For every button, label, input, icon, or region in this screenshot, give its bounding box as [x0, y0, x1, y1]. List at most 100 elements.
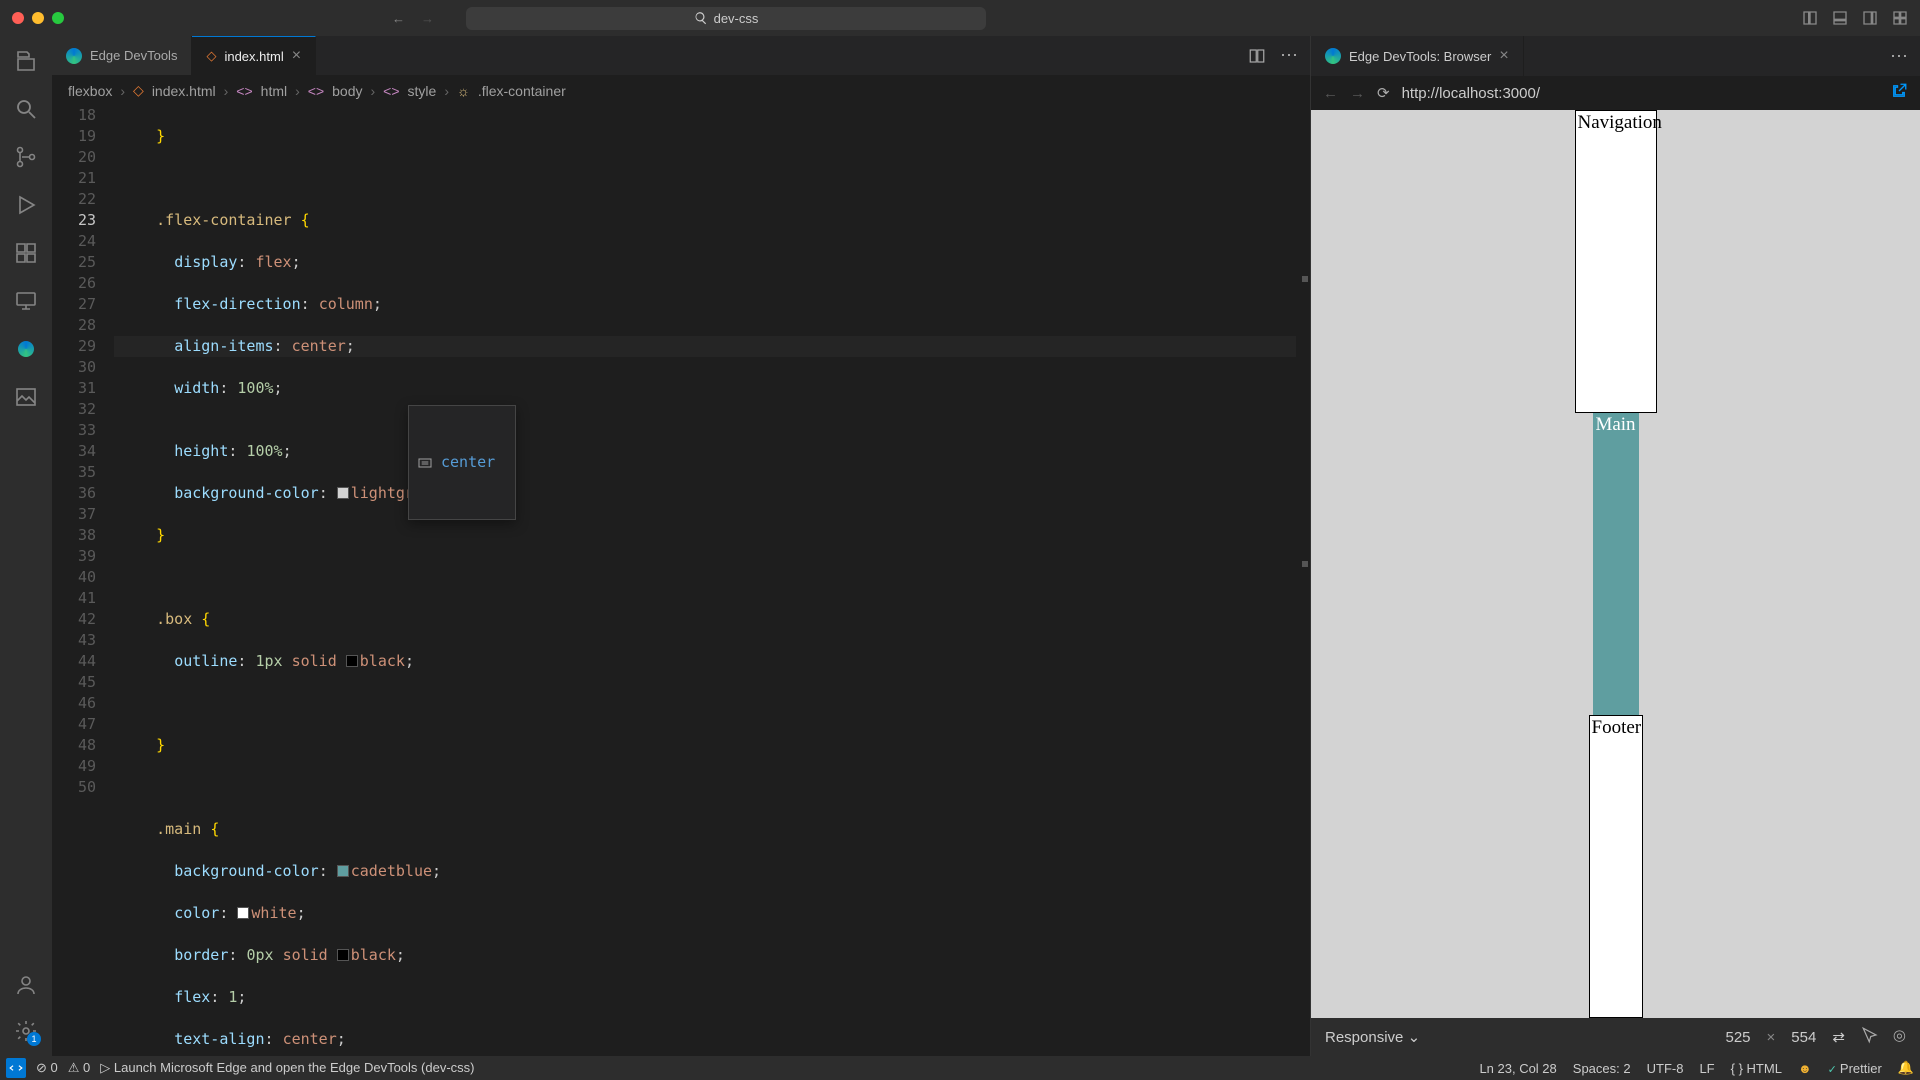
remote-explorer-icon[interactable] [13, 288, 39, 314]
titlebar: ← → dev-css [0, 0, 1920, 36]
search-icon [694, 11, 708, 25]
search-activity-icon[interactable] [13, 96, 39, 122]
remote-indicator[interactable] [6, 1058, 26, 1078]
split-editor-icon[interactable] [1248, 47, 1266, 65]
settings-gear-icon[interactable]: 1 [13, 1018, 39, 1044]
extensions-icon[interactable] [13, 240, 39, 266]
language-mode[interactable]: { } HTML [1731, 1061, 1782, 1076]
viewport-height[interactable]: 554 [1791, 1029, 1816, 1046]
problems-warnings[interactable]: 0 [68, 1060, 91, 1076]
layout-panel-left-icon[interactable] [1802, 10, 1818, 26]
rotate-icon[interactable]: ⇄ [1832, 1028, 1845, 1046]
explorer-icon[interactable] [13, 48, 39, 74]
settings-badge: 1 [27, 1032, 41, 1046]
tag-icon: <> [308, 83, 324, 99]
image-icon[interactable] [13, 384, 39, 410]
layout-panel-right-icon[interactable] [1862, 10, 1878, 26]
browser-toolbar: ← → ⟳ http://localhost:3000/ [1311, 76, 1920, 110]
status-bar: 0 0 ▷ Launch Microsoft Edge and open the… [0, 1056, 1920, 1080]
viewport-width[interactable]: 525 [1726, 1029, 1751, 1046]
notifications-icon[interactable]: 🔔 [1898, 1060, 1914, 1076]
tab-index-html[interactable]: ◇ index.html × [192, 36, 316, 75]
browser-back-icon[interactable]: ← [1323, 85, 1338, 102]
open-external-icon[interactable] [1890, 82, 1908, 104]
tab-label: Edge DevTools: Browser [1349, 49, 1491, 64]
eol-status[interactable]: LF [1699, 1061, 1714, 1076]
inspect-element-icon[interactable] [1861, 1026, 1879, 1048]
tab-edge-devtools-browser[interactable]: Edge DevTools: Browser × [1311, 36, 1524, 76]
browser-tabs: Edge DevTools: Browser × ⋯ [1311, 36, 1920, 76]
preview-footer-box: Footer [1589, 715, 1643, 1018]
rendered-page[interactable]: Navigation Main Footer [1311, 110, 1920, 1018]
html-file-icon: ◇ [133, 82, 144, 99]
overview-ruler[interactable] [1296, 105, 1310, 1056]
tab-edge-devtools[interactable]: Edge DevTools [52, 36, 192, 75]
accounts-icon[interactable] [13, 972, 39, 998]
problems-errors[interactable]: 0 [36, 1060, 58, 1076]
cursor-position[interactable]: Ln 23, Col 28 [1479, 1061, 1556, 1076]
tag-icon: <> [236, 83, 252, 99]
close-window-button[interactable] [12, 12, 24, 24]
breadcrumb-item[interactable]: index.html [152, 83, 216, 99]
tab-label: Edge DevTools [90, 48, 177, 63]
preview-main-box: Main [1593, 413, 1639, 714]
close-tab-icon[interactable]: × [292, 47, 301, 65]
maximize-window-button[interactable] [52, 12, 64, 24]
nav-back-icon[interactable]: ← [392, 11, 405, 26]
tag-icon: <> [383, 83, 399, 99]
browser-forward-icon[interactable]: → [1350, 85, 1365, 102]
close-tab-icon[interactable]: × [1499, 47, 1508, 65]
color-swatch[interactable] [337, 865, 349, 877]
emulate-vision-icon[interactable]: ◎ [1893, 1026, 1906, 1048]
edge-tools-icon[interactable] [13, 336, 39, 362]
autocomplete-label: center [441, 452, 495, 473]
device-toolbar: Responsive ⌄ 525 × 554 ⇄ ◎ [1311, 1018, 1920, 1056]
browser-viewport-wrap: Navigation Main Footer [1311, 110, 1920, 1018]
autocomplete-item[interactable]: center [409, 450, 515, 475]
browser-reload-icon[interactable]: ⟳ [1377, 84, 1390, 102]
tab-label: index.html [224, 49, 283, 64]
url-bar[interactable]: http://localhost:3000/ [1402, 85, 1878, 102]
preview-nav-box: Navigation [1575, 110, 1657, 413]
launch-edge-message[interactable]: ▷ Launch Microsoft Edge and open the Edg… [100, 1060, 474, 1076]
activity-bar: 1 [0, 36, 52, 1056]
editor-group-right: Edge DevTools: Browser × ⋯ ← → ⟳ http://… [1310, 36, 1920, 1056]
dimension-separator: × [1767, 1029, 1776, 1046]
html-file-icon: ◇ [206, 48, 216, 64]
source-control-icon[interactable] [13, 144, 39, 170]
breadcrumb-item[interactable]: flexbox [68, 83, 112, 99]
nav-forward-icon[interactable]: → [421, 11, 434, 26]
edge-icon [66, 48, 82, 64]
editor-group-left: Edge DevTools ◇ index.html × ⋯ flexbox› … [52, 36, 1310, 1056]
window-controls [12, 12, 64, 24]
layout-panel-bottom-icon[interactable] [1832, 10, 1848, 26]
responsive-mode-selector[interactable]: Responsive ⌄ [1325, 1028, 1420, 1046]
more-actions-icon[interactable]: ⋯ [1890, 46, 1908, 67]
color-swatch[interactable] [337, 487, 349, 499]
indentation-status[interactable]: Spaces: 2 [1573, 1061, 1631, 1076]
breadcrumb-item[interactable]: style [408, 83, 437, 99]
color-swatch[interactable] [237, 907, 249, 919]
feedback-icon[interactable]: ☻ [1798, 1061, 1812, 1076]
breadcrumb-item[interactable]: html [261, 83, 287, 99]
search-label: dev-css [714, 11, 759, 26]
run-debug-icon[interactable] [13, 192, 39, 218]
prettier-status[interactable]: Prettier [1828, 1061, 1882, 1076]
more-actions-icon[interactable]: ⋯ [1280, 45, 1298, 66]
code-editor[interactable]: 1819202122232425262728293031323334353637… [52, 105, 1310, 1056]
autocomplete-popup[interactable]: center [408, 405, 516, 520]
css-class-icon: ☼ [457, 83, 470, 99]
line-number-gutter: 1819202122232425262728293031323334353637… [52, 105, 114, 1056]
breadcrumb-item[interactable]: body [332, 83, 362, 99]
breadcrumb-item[interactable]: .flex-container [478, 83, 566, 99]
edge-icon [1325, 48, 1341, 64]
command-center-search[interactable]: dev-css [466, 7, 986, 30]
encoding-status[interactable]: UTF-8 [1647, 1061, 1684, 1076]
chevron-down-icon: ⌄ [1408, 1029, 1421, 1046]
color-swatch[interactable] [337, 949, 349, 961]
layout-grid-icon[interactable] [1892, 10, 1908, 26]
breadcrumbs[interactable]: flexbox› ◇ index.html› <> html› <> body›… [52, 76, 1310, 105]
minimize-window-button[interactable] [32, 12, 44, 24]
code-lines[interactable]: } .flex-container { display: flex; flex-… [114, 105, 1296, 1056]
color-swatch[interactable] [346, 655, 358, 667]
